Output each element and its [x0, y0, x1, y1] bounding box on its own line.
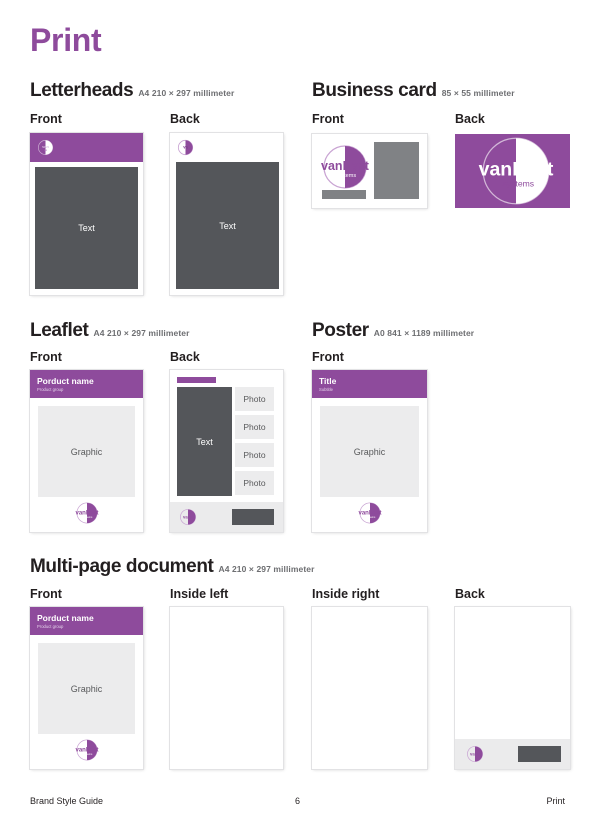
leaflet-back-photo-block: Photo	[235, 443, 274, 467]
document-inside-left-mock[interactable]	[170, 607, 283, 769]
document-front-product-name: Porduct name	[37, 613, 94, 623]
svg-text:vanLent: vanLent	[358, 510, 381, 516]
svg-text:systems: systems	[503, 179, 534, 189]
panel-label-doc-back: Back	[455, 587, 485, 601]
svg-text:va: va	[183, 144, 188, 149]
panel-label-letterhead-front: Front	[30, 112, 62, 126]
business-card-front-image-block	[374, 142, 419, 199]
footer-page-number: 6	[294, 796, 300, 806]
leaflet-front-graphic-block: Graphic	[38, 406, 135, 497]
page-title: Print	[30, 22, 102, 58]
poster-front-mock[interactable]: Title Subtitle Graphic vanLent systems	[312, 370, 427, 532]
svg-text:vanL: vanL	[183, 514, 193, 519]
leaflet-back-text-block: Text	[177, 387, 232, 496]
section-title: Leaflet	[30, 320, 89, 341]
document-front-product-group: Product group	[37, 624, 64, 629]
svg-text:vanLent: vanLent	[321, 159, 370, 173]
poster-front-graphic-block: Graphic	[320, 406, 419, 497]
leaflet-back-footer-block	[232, 509, 274, 525]
document-inside-right-mock[interactable]	[312, 607, 427, 769]
section-header-letterheads: Letterheads A4 210 × 297 millimeter	[30, 80, 234, 102]
leaflet-front-mock[interactable]: Porduct name Product group Graphic vanLe…	[30, 370, 143, 532]
footer-section-name: Print	[546, 796, 565, 806]
print-page: Print Letterheads A4 210 × 297 millimeter…	[0, 0, 595, 839]
panel-label-card-back: Back	[455, 112, 485, 126]
panel-label-letterhead-back: Back	[170, 112, 200, 126]
section-title: Poster	[312, 320, 369, 341]
svg-text:van: van	[42, 144, 49, 149]
section-header-multi-page-document: Multi-page document A4 210 × 297 millimet…	[30, 556, 315, 578]
section-header-poster: Poster A0 841 × 1189 millimeter	[312, 320, 474, 342]
business-card-back-mock[interactable]: vanLent systems	[455, 134, 570, 208]
section-title: Multi-page document	[30, 556, 214, 577]
vanlent-logo-icon: va	[177, 139, 194, 156]
section-header-leaflet: Leaflet A4 210 × 297 millimeter	[30, 320, 190, 342]
svg-text:systems: systems	[336, 173, 356, 179]
svg-text:vanLent: vanLent	[75, 510, 98, 516]
vanlent-logo-icon: van sys	[37, 139, 54, 156]
panel-label-card-front: Front	[312, 112, 344, 126]
poster-front-title: Title	[319, 376, 337, 386]
vanlent-logo-icon: vanLent systems	[358, 501, 382, 525]
vanlent-logo-icon: vanLent systems	[320, 142, 370, 192]
panel-label-leaflet-front: Front	[30, 350, 62, 364]
leaflet-back-photo-block: Photo	[235, 415, 274, 439]
letterhead-front-mock[interactable]: van sys Text	[30, 133, 143, 295]
leaflet-back-accent-bar	[177, 377, 216, 383]
section-dimensions: A0 841 × 1189 millimeter	[373, 328, 475, 338]
section-title: Letterheads	[30, 80, 134, 101]
vanlent-logo-icon: vanLent systems	[75, 738, 99, 762]
svg-text:vanL: vanL	[470, 751, 480, 756]
panel-label-doc-inside-left: Inside left	[170, 587, 229, 601]
svg-text:vanLent: vanLent	[75, 747, 98, 753]
business-card-front-detail-bar	[322, 190, 366, 199]
panel-label-doc-inside-right: Inside right	[312, 587, 380, 601]
section-dimensions: A4 210 × 297 millimeter	[93, 328, 190, 338]
leaflet-front-product-name: Porduct name	[37, 376, 94, 386]
business-card-front-mock[interactable]: vanLent systems	[312, 134, 427, 208]
letterhead-back-text-block: Text	[176, 162, 279, 289]
svg-text:vanLent: vanLent	[479, 159, 554, 181]
leaflet-back-photo-block: Photo	[235, 387, 274, 411]
leaflet-back-photo-block: Photo	[235, 471, 274, 495]
section-dimensions: A4 210 × 297 millimeter	[138, 88, 235, 98]
document-front-mock[interactable]: Porduct name Product group Graphic vanLe…	[30, 607, 143, 769]
letterhead-back-mock[interactable]: va Text	[170, 133, 283, 295]
document-front-graphic-block: Graphic	[38, 643, 135, 734]
vanlent-logo-icon: vanLent systems	[477, 134, 555, 208]
page-footer: Brand Style Guide 6 Print	[30, 796, 565, 810]
section-dimensions: A4 210 × 297 millimeter	[218, 564, 315, 574]
vanlent-logo-icon: vanL	[466, 745, 484, 763]
section-header-business-card: Business card 85 × 55 millimeter	[312, 80, 515, 102]
panel-label-doc-front: Front	[30, 587, 62, 601]
panel-label-poster-front: Front	[312, 350, 344, 364]
panel-label-leaflet-back: Back	[170, 350, 200, 364]
leaflet-front-product-group: Product group	[37, 387, 64, 392]
vanlent-logo-icon: vanLent systems	[75, 501, 99, 525]
document-back-mock[interactable]: vanL	[455, 607, 570, 769]
leaflet-back-mock[interactable]: Text Photo Photo Photo Photo vanL	[170, 370, 283, 532]
poster-front-subtitle: Subtitle	[319, 387, 333, 392]
letterhead-front-text-block: Text	[35, 167, 138, 289]
section-title: Business card	[312, 80, 437, 101]
document-back-footer-block	[518, 746, 561, 762]
section-dimensions: 85 × 55 millimeter	[441, 88, 515, 98]
vanlent-logo-icon: vanL	[179, 508, 197, 526]
